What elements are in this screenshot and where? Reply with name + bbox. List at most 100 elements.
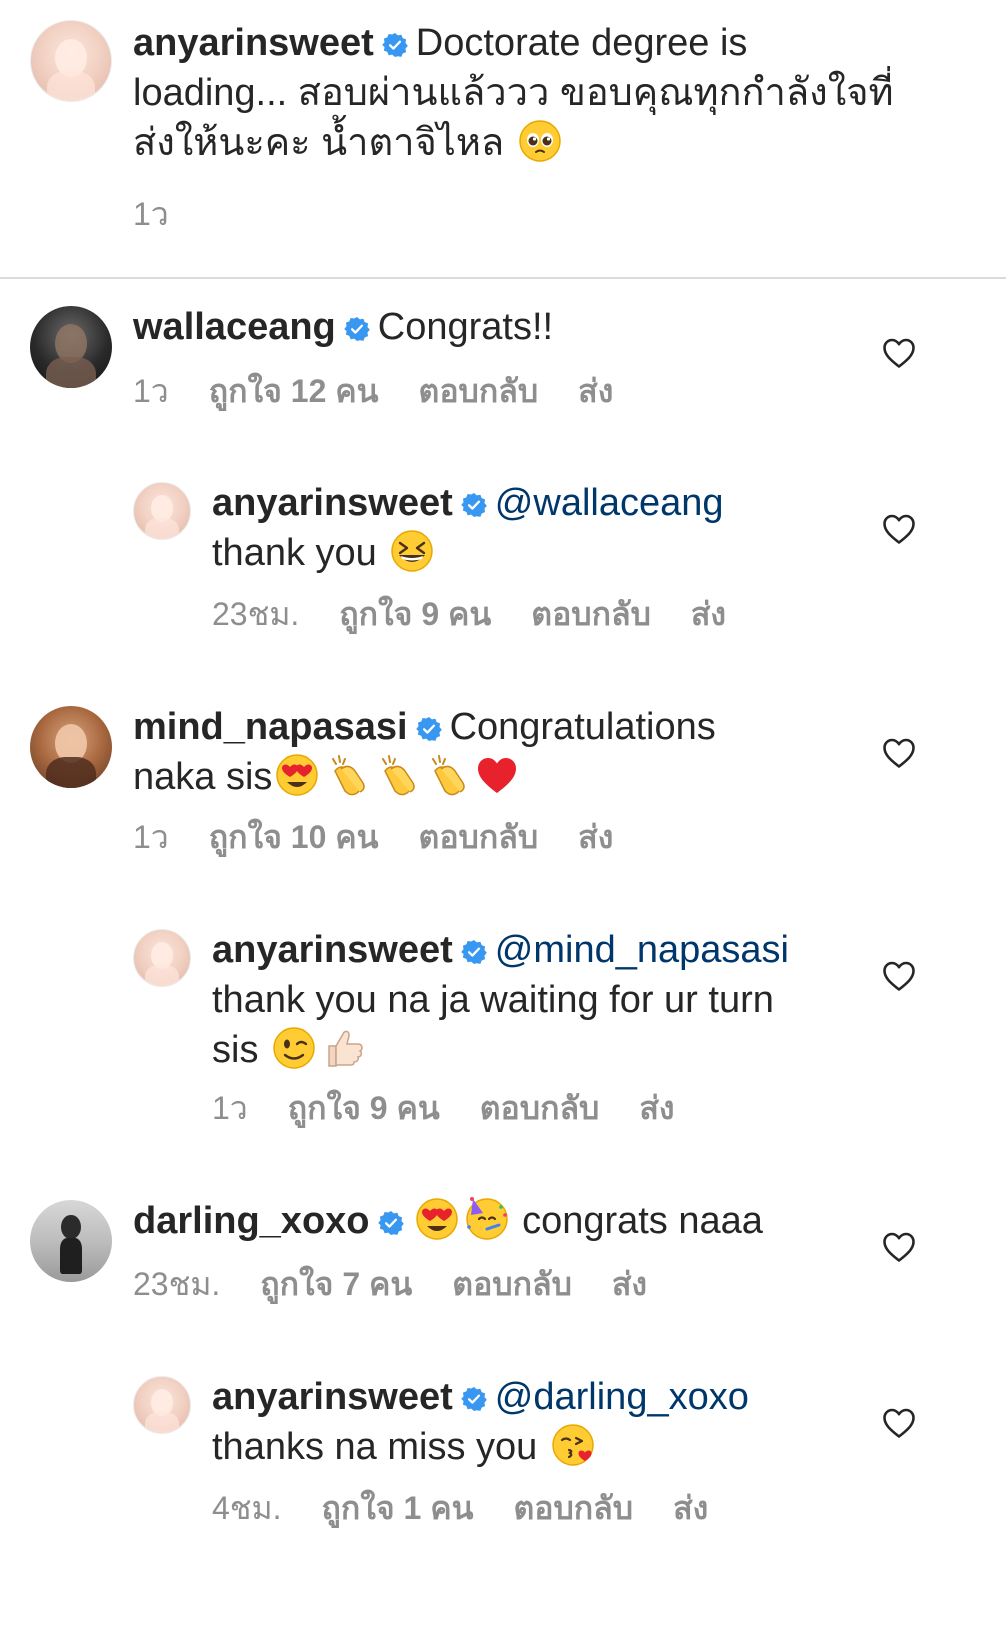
reply-text: anyarinsweet @wallaceang thank you [212, 478, 852, 578]
comment-time: 23ชม. [133, 1266, 221, 1302]
heart-icon[interactable] [882, 513, 916, 545]
heart-icon[interactable] [882, 1407, 916, 1439]
comment-body-line1: Congratulations [449, 706, 716, 748]
winking-face-emoji [272, 1026, 316, 1070]
likes-count-link[interactable]: ถูกใจ 9 คน [288, 1088, 440, 1128]
likes-count-link[interactable]: ถูกใจ 7 คน [260, 1264, 412, 1304]
red-heart-emoji [478, 758, 517, 793]
thumbs-up-emoji [328, 1030, 363, 1067]
comment-text: mind_napasasi Congratulations naka sis [133, 702, 853, 802]
verified-badge-icon [461, 1386, 487, 1412]
comment-meta: 1ว ถูกใจ 10 คน ตอบกลับ ส่ง [133, 817, 653, 857]
face-blowing-kiss-emoji [551, 1423, 595, 1467]
heart-icon[interactable] [882, 960, 916, 992]
reply-text: anyarinsweet @darling_xoxo thanks na miss… [212, 1372, 852, 1472]
reply-text: anyarinsweet @mind_napasasi thank you na … [212, 925, 852, 1075]
comment-text: darling_xoxo congrats naaa [133, 1196, 853, 1246]
caption-line3: ส่งให้นะคะ น้ำตาจิไหล [133, 122, 505, 164]
send-button[interactable]: ส่ง [691, 594, 726, 634]
reply-avatar-anyarinsweet[interactable] [133, 1376, 191, 1434]
comment-meta: 23ชม. ถูกใจ 7 คน ตอบกลับ ส่ง [133, 1264, 687, 1304]
reply-username[interactable]: anyarinsweet [212, 929, 453, 971]
partying-face-emoji [465, 1197, 509, 1241]
likes-count-link[interactable]: ถูกใจ 9 คน [339, 594, 491, 634]
reply-meta: 4ชม. ถูกใจ 1 คน ตอบกลับ ส่ง [212, 1488, 748, 1528]
reply-meta: 23ชม. ถูกใจ 9 คน ตอบกลับ ส่ง [212, 594, 766, 634]
heart-icon[interactable] [882, 737, 916, 769]
caption-username[interactable]: anyarinsweet [133, 22, 374, 64]
reply-body: thank you [212, 532, 377, 574]
comment-body: congrats naaa [522, 1200, 763, 1242]
caption-author-avatar[interactable] [30, 20, 112, 102]
comment-text: wallaceang Congrats!! [133, 302, 853, 352]
send-button[interactable]: ส่ง [639, 1088, 674, 1128]
comment-avatar-darling-xoxo[interactable] [30, 1200, 112, 1282]
clapping-hands-emoji [432, 755, 466, 796]
verified-badge-icon [344, 316, 370, 342]
send-button[interactable]: ส่ง [578, 817, 613, 857]
avatar-body [47, 70, 95, 101]
reply-avatar-anyarinsweet[interactable] [133, 929, 191, 987]
reply-button[interactable]: ตอบกลับ [480, 1088, 600, 1128]
heart-icon[interactable] [882, 337, 916, 369]
reply-body-line1: thank you na ja waiting for ur turn [212, 979, 774, 1021]
verified-badge-icon [461, 492, 487, 518]
clapping-hands-emoji [382, 755, 416, 796]
avatar-body [145, 517, 179, 539]
avatar-body [46, 356, 96, 388]
reply-button[interactable]: ตอบกลับ [531, 594, 651, 634]
mention-link[interactable]: @mind_napasasi [495, 929, 789, 971]
send-button[interactable]: ส่ง [612, 1264, 647, 1304]
comment-username[interactable]: mind_napasasi [133, 706, 408, 748]
reply-button[interactable]: ตอบกลับ [419, 817, 539, 857]
grinning-squinting-face-emoji [390, 529, 434, 573]
verified-badge-icon [461, 939, 487, 965]
heart-icon[interactable] [882, 1231, 916, 1263]
comment-body: Congrats!! [377, 306, 554, 348]
comment-meta: 1ว ถูกใจ 12 คน ตอบกลับ ส่ง [133, 371, 653, 411]
likes-count-link[interactable]: ถูกใจ 12 คน [209, 371, 379, 411]
avatar-body [145, 1411, 179, 1433]
post-caption: anyarinsweet Doctorate degree is loading.… [0, 0, 1006, 278]
likes-count-link[interactable]: ถูกใจ 10 คน [209, 817, 379, 857]
reply-username[interactable]: anyarinsweet [212, 1376, 453, 1418]
reply-button[interactable]: ตอบกลับ [452, 1264, 572, 1304]
send-button[interactable]: ส่ง [673, 1488, 708, 1528]
comment-body-line2: naka sis [133, 756, 273, 798]
likes-count-link[interactable]: ถูกใจ 1 คน [322, 1488, 474, 1528]
avatar-body [145, 964, 179, 986]
avatar-body [59, 1237, 83, 1274]
caption-line1: Doctorate degree is [415, 22, 748, 64]
pleading-face-emoji [518, 119, 562, 163]
comment-avatar-mind-napasasi[interactable] [30, 706, 112, 788]
clapping-hands-emoji [332, 755, 366, 796]
caption-text: anyarinsweet Doctorate degree is loading.… [133, 18, 933, 168]
comment-username[interactable]: darling_xoxo [133, 1200, 370, 1242]
reply-meta: 1ว ถูกใจ 9 คน ตอบกลับ ส่ง [212, 1088, 715, 1128]
avatar-face [61, 1214, 81, 1240]
comment-username[interactable]: wallaceang [133, 306, 336, 348]
avatar-body [46, 756, 96, 788]
comment-time: 1ว [133, 373, 169, 409]
caption-divider [0, 277, 1006, 279]
verified-badge-icon [416, 716, 442, 742]
send-button[interactable]: ส่ง [578, 371, 613, 411]
comment-avatar-wallaceang[interactable] [30, 306, 112, 388]
verified-badge-icon [382, 32, 408, 58]
caption-meta: 1ว [133, 194, 209, 234]
caption-line2: loading... สอบผ่านแล้ววว ขอบคุณทุกกำลังใ… [133, 72, 894, 114]
reply-username[interactable]: anyarinsweet [212, 482, 453, 524]
heart-eyes-emoji [275, 753, 319, 797]
caption-time: 1ว [133, 196, 169, 232]
mention-link[interactable]: @darling_xoxo [495, 1376, 749, 1418]
reply-body-line2: sis [212, 1029, 259, 1071]
mention-link[interactable]: @wallaceang [495, 482, 724, 524]
reply-avatar-anyarinsweet[interactable] [133, 482, 191, 540]
reply-button[interactable]: ตอบกลับ [419, 371, 539, 411]
reply-button[interactable]: ตอบกลับ [513, 1488, 633, 1528]
reply-body: thanks na miss you [212, 1426, 538, 1468]
comment-time: 1ว [133, 819, 169, 855]
heart-eyes-emoji [415, 1197, 459, 1241]
verified-badge-icon [378, 1210, 404, 1236]
reply-time: 4ชม. [212, 1490, 282, 1526]
